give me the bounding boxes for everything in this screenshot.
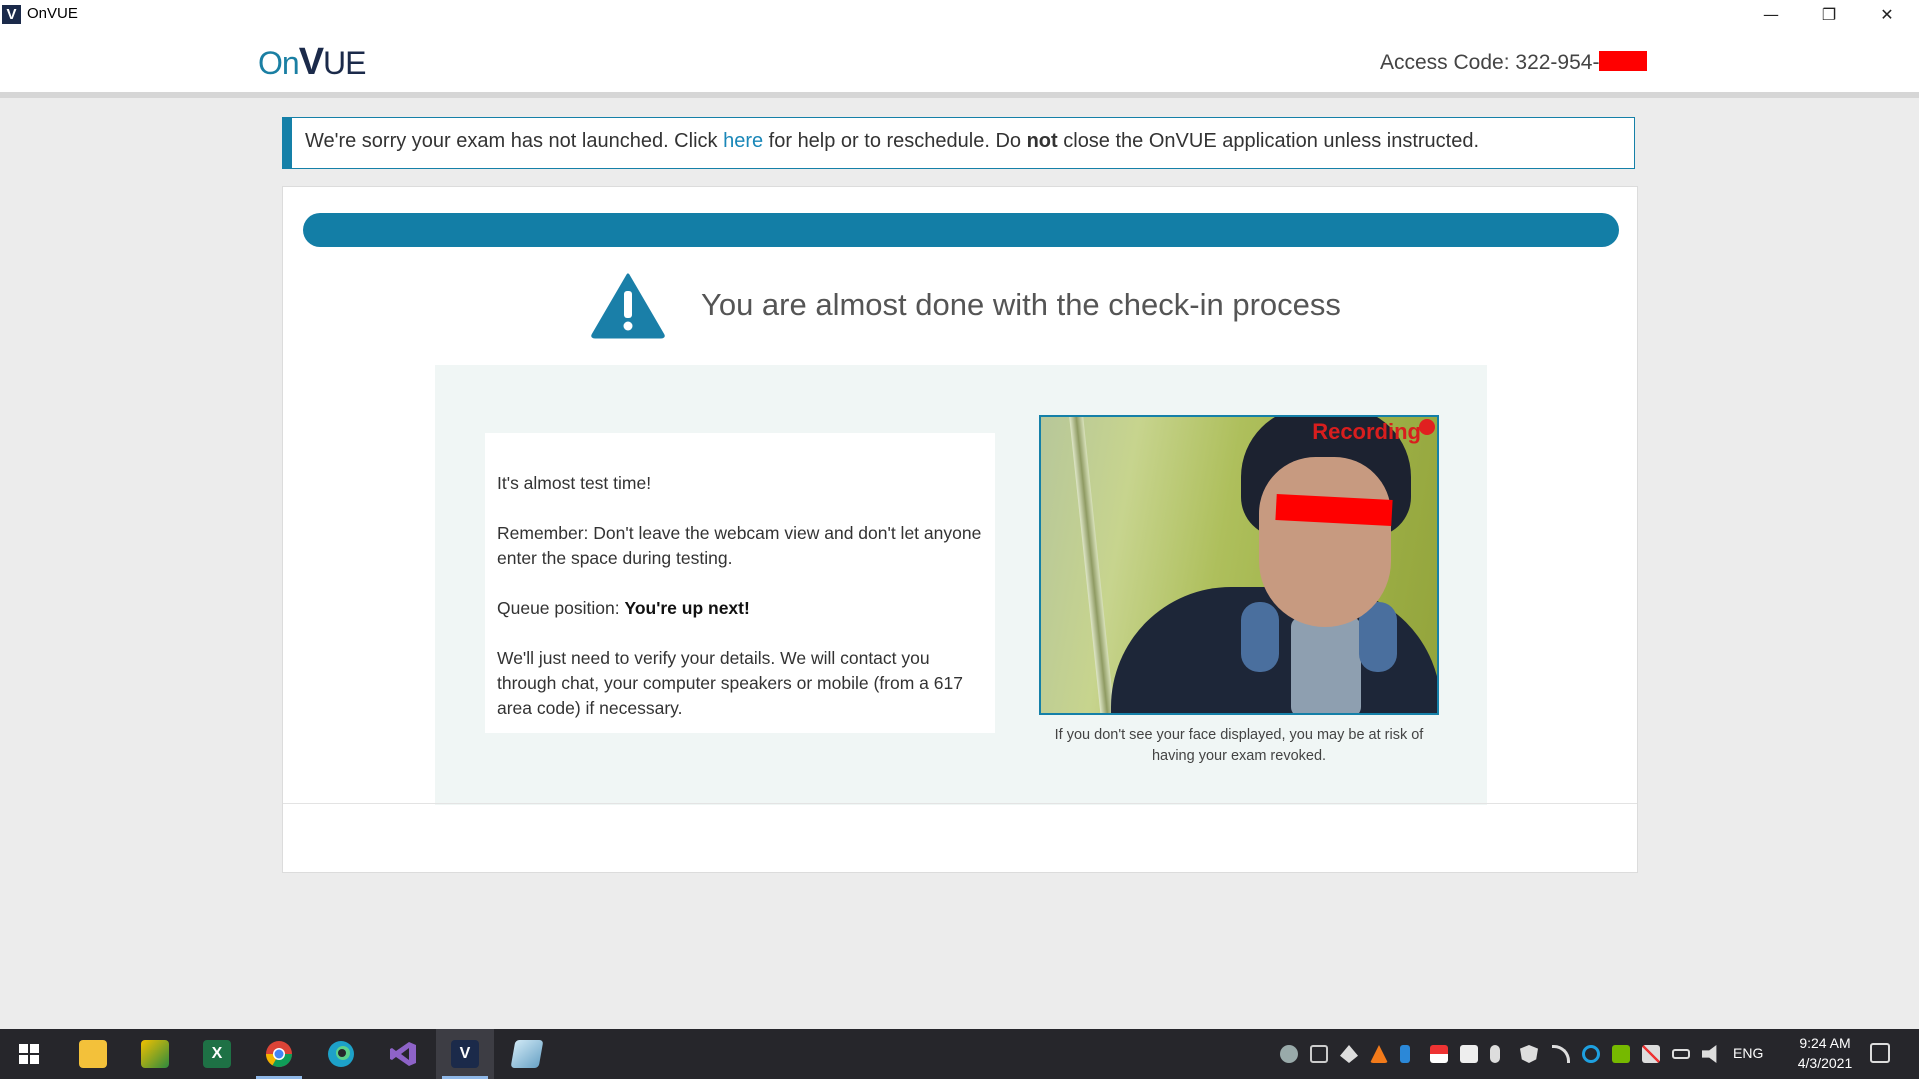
taskbar-chrome[interactable] [250, 1029, 308, 1079]
background-curtain [1069, 417, 1115, 713]
restore-button[interactable]: ❐ [1800, 0, 1858, 29]
onvue-app-icon: V [2, 5, 21, 24]
app-icon [141, 1040, 169, 1068]
info-panel: It's almost test time! Remember: Don't l… [435, 365, 1487, 805]
tray-icon-g[interactable] [1582, 1045, 1600, 1063]
battery-icon[interactable] [1672, 1049, 1690, 1059]
chrome-icon [265, 1041, 293, 1068]
person-face [1259, 457, 1391, 627]
alert-text-middle: for help or to reschedule. Do [763, 130, 1027, 152]
warning-icon [591, 273, 665, 339]
app-icon [510, 1040, 544, 1068]
logo-on: On [258, 45, 300, 81]
access-code-redaction [1599, 51, 1648, 71]
network-off-icon[interactable] [1642, 1045, 1660, 1063]
windows-icon [19, 1044, 39, 1064]
tray-icon-1[interactable] [1280, 1045, 1298, 1063]
tray-icon-3[interactable] [1340, 1045, 1358, 1063]
recording-label: Recording [1312, 419, 1421, 444]
alert-text-before: We're sorry your exam has not launched. … [305, 130, 724, 152]
progress-bar [303, 213, 1619, 247]
window-title: OnVUE [27, 5, 78, 22]
microphone-icon[interactable] [1490, 1045, 1500, 1063]
alert-text-after: close the OnVUE application unless instr… [1057, 130, 1480, 152]
taskbar-app-9[interactable] [498, 1029, 556, 1079]
intro-text: It's almost test time! [497, 473, 652, 493]
card-divider [283, 803, 1637, 804]
onvue-icon: V [451, 1040, 479, 1068]
webcam-caption: If you don't see your face displayed, yo… [1054, 727, 1424, 764]
logo-ue: UE [323, 45, 366, 81]
window-titlebar: V OnVUE — ❐ ✕ [0, 0, 1919, 29]
queue-position: Queue position: You're up next! [497, 596, 983, 621]
folder-icon [79, 1040, 107, 1068]
taskbar-edge[interactable] [312, 1029, 370, 1079]
onvue-logo: OnVUE [258, 41, 367, 84]
close-button[interactable]: ✕ [1858, 0, 1916, 29]
tray-icon-5[interactable] [1400, 1045, 1410, 1063]
taskbar-onvue[interactable]: V [436, 1029, 494, 1079]
volume-icon[interactable] [1702, 1045, 1717, 1063]
person-shirt [1291, 617, 1361, 713]
exam-not-launched-alert: We're sorry your exam has not launched. … [282, 117, 1635, 169]
help-link[interactable]: here [723, 130, 763, 152]
instructions-box: It's almost test time! Remember: Don't l… [485, 433, 995, 733]
windows-taskbar: X V ENG 9:24 AM 4/3/2021 [0, 1029, 1919, 1079]
taskbar-file-explorer[interactable] [64, 1029, 122, 1079]
minimize-button[interactable]: — [1742, 0, 1800, 29]
recording-dot-icon [1419, 419, 1435, 435]
taskbar-app-2[interactable] [126, 1029, 184, 1079]
queue-label: Queue position: [497, 598, 625, 618]
language-indicator[interactable]: ENG [1733, 1045, 1763, 1061]
clock-date[interactable]: 4/3/2021 [1785, 1055, 1865, 1071]
clock-time[interactable]: 9:24 AM [1785, 1035, 1865, 1051]
excel-icon: X [203, 1040, 231, 1068]
tray-icon-7[interactable] [1460, 1045, 1478, 1063]
start-button[interactable] [0, 1029, 58, 1079]
tray-icon-4[interactable] [1370, 1045, 1388, 1063]
tray-icon-2[interactable] [1310, 1045, 1328, 1063]
access-code-label: Access Code: 322-954- [1380, 51, 1600, 74]
verify-text: We'll just need to verify your details. … [497, 648, 963, 718]
shield-icon[interactable] [1520, 1045, 1538, 1063]
access-code: Access Code: 322-954- [1380, 51, 1648, 75]
headphone-left [1241, 602, 1279, 672]
webcam-preview: Recording [1039, 415, 1439, 715]
queue-value: You're up next! [624, 598, 750, 618]
visual-studio-icon [390, 1042, 416, 1066]
reminder-text: Remember: Don't leave the webcam view an… [497, 523, 982, 568]
taskbar-visual-studio[interactable] [374, 1029, 432, 1079]
notification-center-icon[interactable] [1870, 1043, 1890, 1063]
wifi-icon[interactable] [1552, 1045, 1570, 1063]
logo-v: V [298, 41, 324, 83]
app-header: OnVUE Access Code: 322-954- [0, 29, 1919, 98]
alert-bold-not: not [1026, 130, 1058, 152]
tray-icon-6[interactable] [1430, 1045, 1448, 1063]
page-headline: You are almost done with the check-in pr… [701, 287, 1341, 322]
checkin-card: You are almost done with the check-in pr… [282, 186, 1638, 873]
nvidia-icon[interactable] [1612, 1045, 1630, 1063]
taskbar-excel[interactable]: X [188, 1029, 246, 1079]
edge-icon [328, 1041, 354, 1067]
